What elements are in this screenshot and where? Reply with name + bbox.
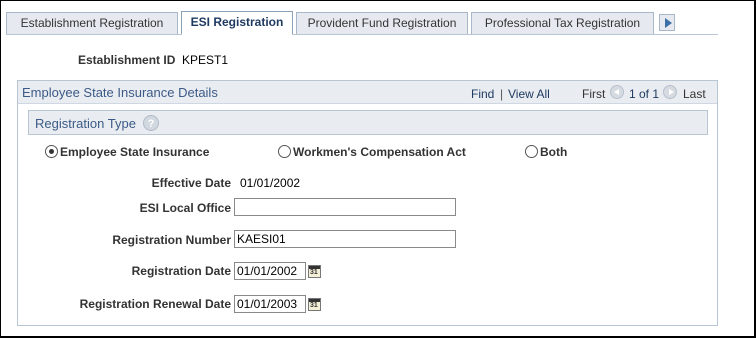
find-link[interactable]: Find [471,87,494,101]
row-count: 1 of 1 [629,87,660,101]
last-label: Last [683,87,706,101]
registration-number-input[interactable] [234,230,456,248]
nav-separator: | [500,87,504,101]
registration-type-title: Registration Type [35,116,136,131]
registration-number-label: Registration Number [112,233,231,247]
effective-date-value: 01/01/2002 [240,176,301,190]
tab-provident-fund-registration[interactable]: Provident Fund Registration [296,12,468,34]
previous-row-icon[interactable] [610,85,624,99]
esi-local-office-input[interactable] [234,198,456,216]
registration-renewal-date-input[interactable] [234,295,306,313]
radio-selected-icon [45,145,58,158]
radio-both[interactable]: Both [525,145,585,159]
tab-establishment-registration[interactable]: Establishment Registration [6,12,178,34]
tab-scroll-right-icon[interactable] [659,14,675,31]
registration-date-input[interactable] [234,262,306,280]
registration-date-label: Registration Date [131,264,231,278]
help-icon[interactable]: ? [143,115,159,131]
registration-type-header: Registration Type ? [28,110,708,135]
section-header: Employee State Insurance Details Find | … [18,81,717,104]
calendar-icon[interactable] [308,265,321,278]
radio-workmens-compensation-act[interactable]: Workmen's Compensation Act [278,145,478,159]
view-all-link[interactable]: View All [508,87,550,101]
registration-renewal-date-label: Registration Renewal Date [79,297,231,311]
radio-unselected-icon [278,145,291,158]
tab-professional-tax-registration[interactable]: Professional Tax Registration [471,12,654,34]
establishment-id-value: KPEST1 [182,53,229,67]
radio-employee-state-insurance[interactable]: Employee State Insurance [45,145,215,159]
effective-date-label: Effective Date [151,176,231,190]
next-row-icon[interactable] [663,85,677,99]
esi-local-office-label: ESI Local Office [139,201,231,215]
section-title: Employee State Insurance Details [22,85,218,100]
establishment-id-label: Establishment ID [78,53,176,67]
tab-divider [6,34,718,35]
first-label: First [582,87,606,101]
tab-esi-registration[interactable]: ESI Registration [181,11,293,35]
calendar-icon[interactable] [308,298,321,311]
radio-unselected-icon [525,145,538,158]
